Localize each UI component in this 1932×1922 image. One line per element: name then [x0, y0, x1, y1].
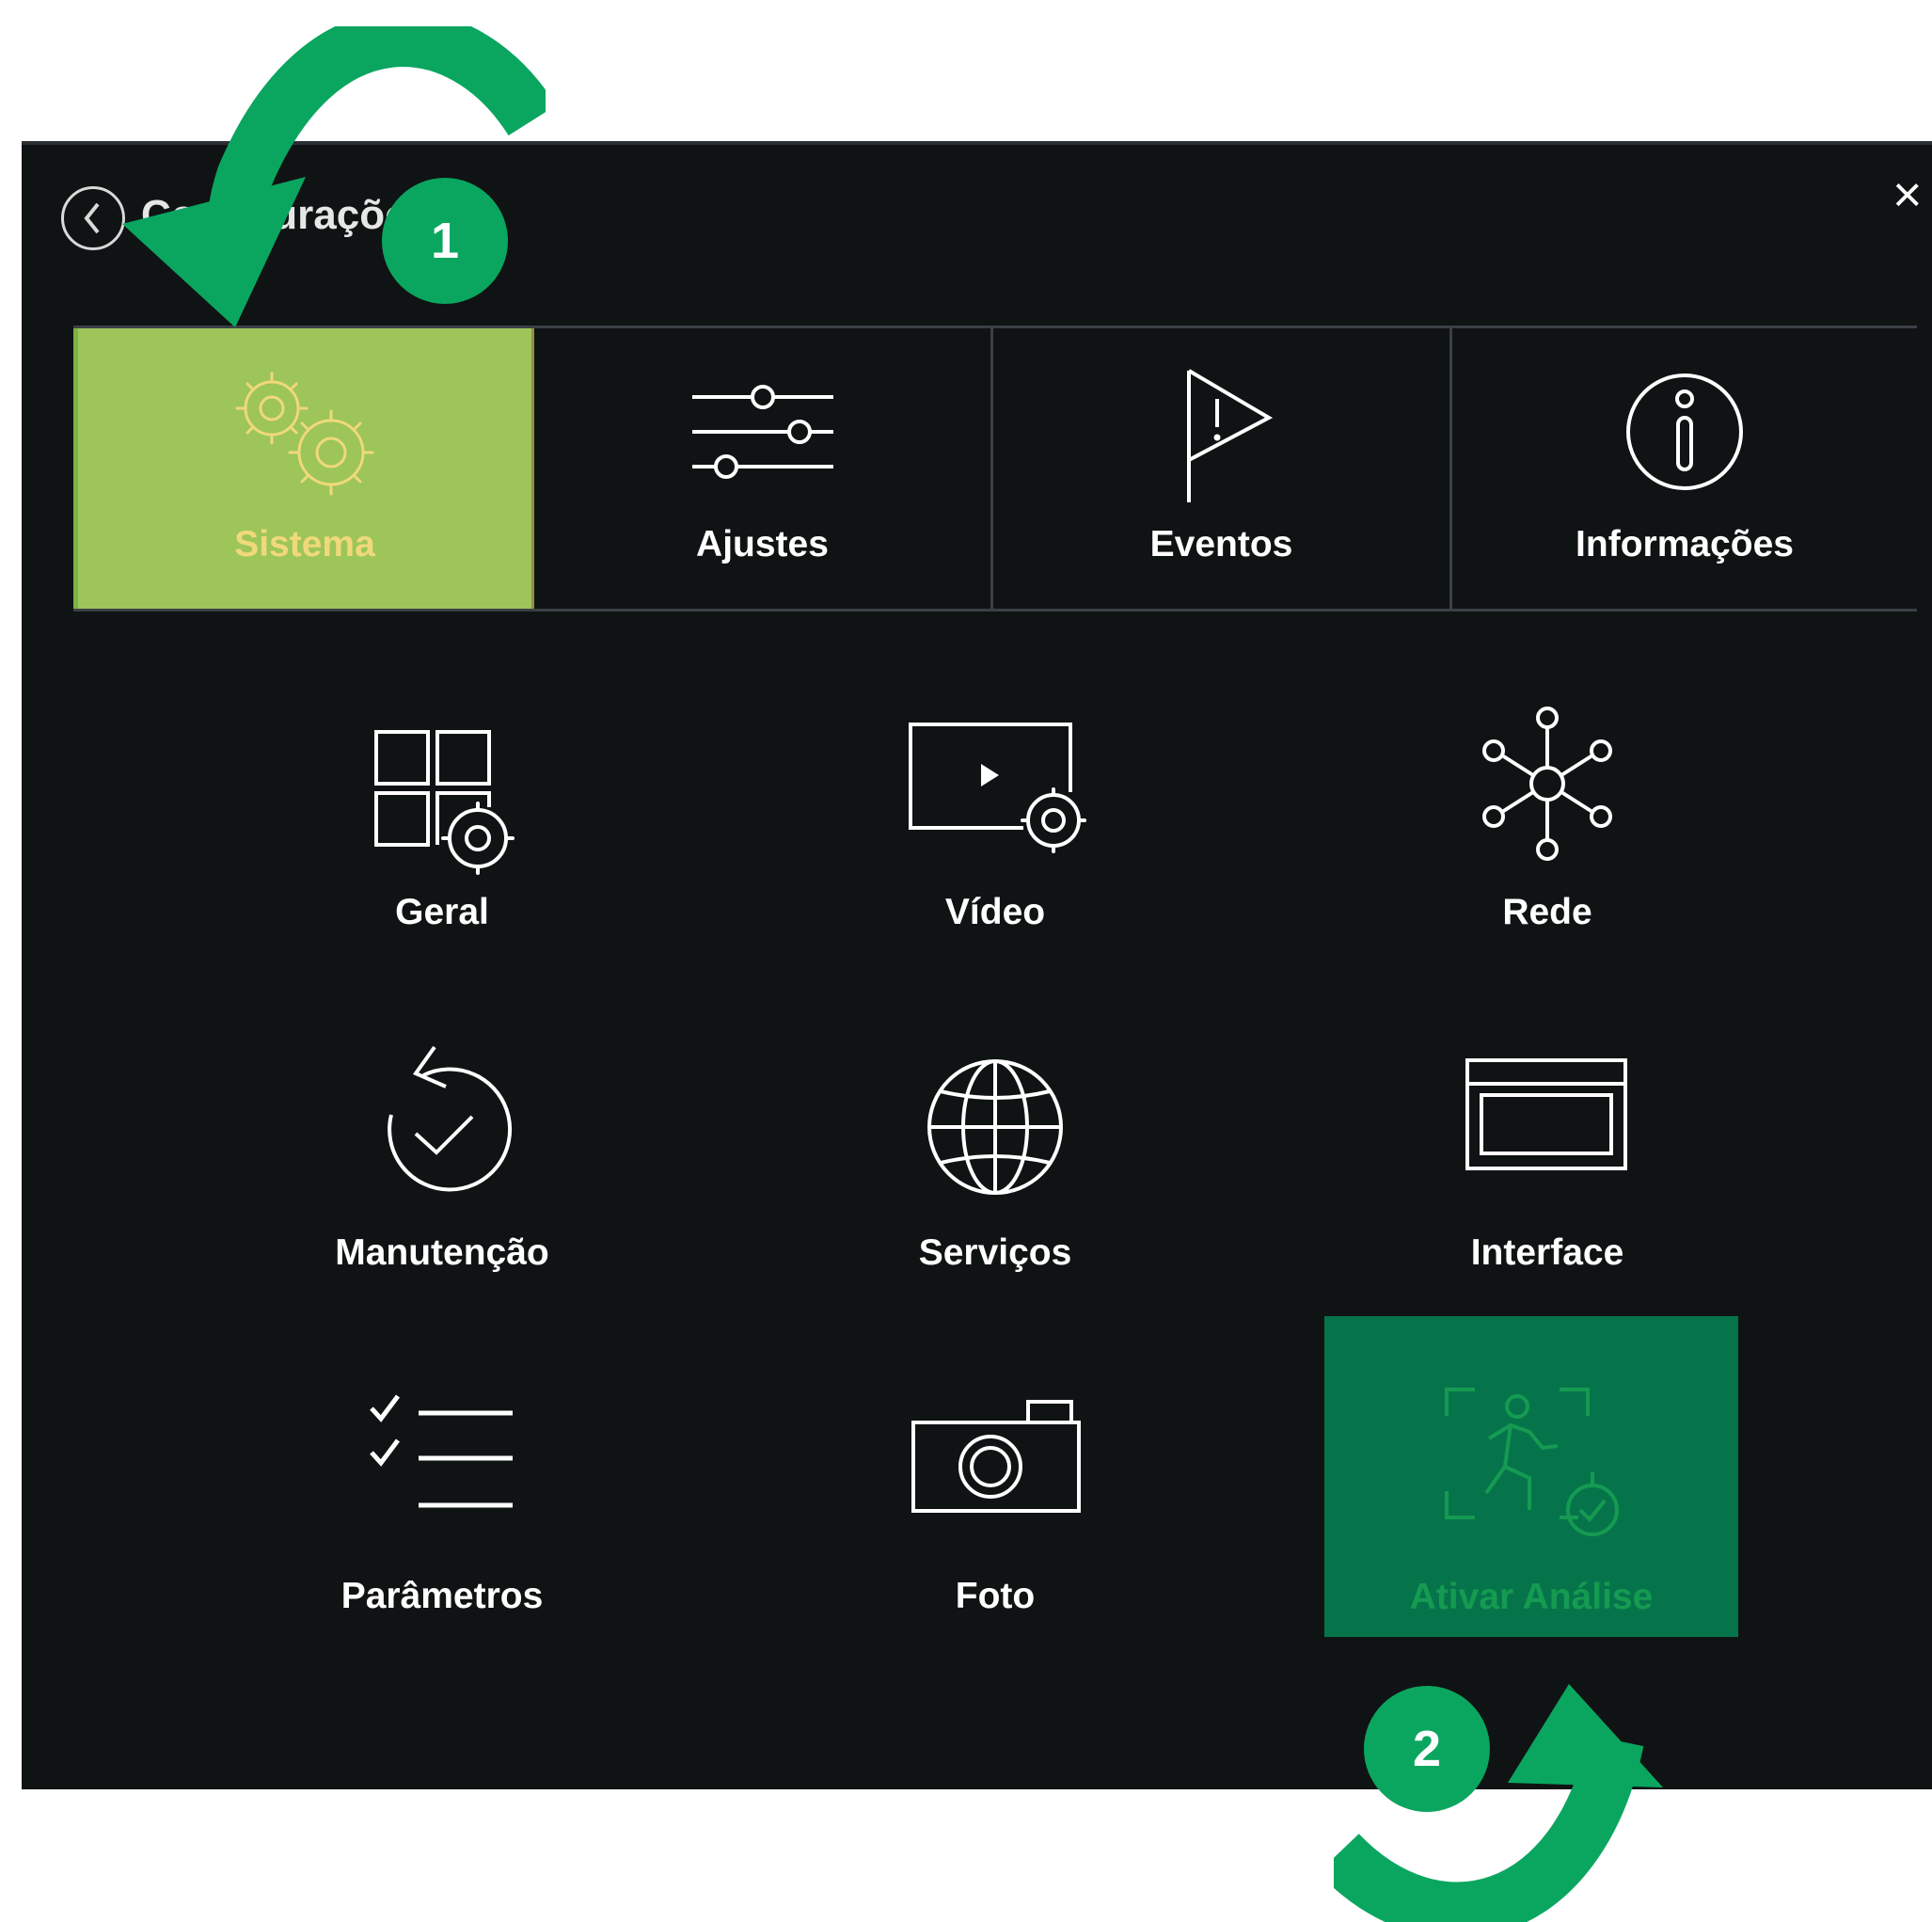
tab-sistema[interactable]: Sistema	[73, 328, 534, 609]
grid-label: Interface	[1470, 1232, 1624, 1273]
grid-item-manutencao[interactable]: Manutenção	[235, 1035, 649, 1355]
grid-label: Foto	[955, 1576, 1036, 1616]
flag-alert-icon	[1186, 369, 1273, 502]
step-badge-2: 2	[1364, 1686, 1490, 1812]
grid-item-video[interactable]: Vídeo	[788, 696, 1202, 1016]
info-icon	[1626, 373, 1743, 490]
grid-item-ativar-analise[interactable]: Ativar Análise	[1324, 1316, 1738, 1637]
grid-item-parametros[interactable]: Parâmetros	[235, 1374, 649, 1693]
tab-label: Eventos	[1149, 524, 1293, 564]
grid-label: Serviços	[918, 1232, 1072, 1273]
tab-informacoes[interactable]: Informações	[1449, 328, 1917, 609]
tab-eventos[interactable]: Eventos	[990, 328, 1449, 609]
grid-item-interface[interactable]: Interface	[1340, 1035, 1754, 1355]
tab-label: Ajustes	[696, 524, 829, 564]
gears-icon	[235, 372, 374, 496]
video-gear-icon	[909, 723, 1086, 853]
grid-item-foto[interactable]: Foto	[788, 1374, 1202, 1693]
grid-label: Parâmetros	[340, 1576, 544, 1616]
grid-label: Manutenção	[335, 1232, 549, 1273]
sliders-icon	[691, 385, 833, 479]
grid-label: Vídeo	[944, 892, 1046, 932]
grid-gear-icon	[374, 730, 515, 875]
grid-item-rede[interactable]: Rede	[1340, 696, 1754, 1016]
close-button[interactable]: ×	[1892, 169, 1930, 220]
tab-label: Sistema	[234, 524, 375, 564]
network-icon	[1482, 707, 1612, 861]
grid-label: Ativar Análise	[1409, 1577, 1654, 1617]
camera-icon	[911, 1400, 1081, 1513]
grid-label: Rede	[1502, 892, 1592, 932]
tab-ajustes[interactable]: Ajustes	[534, 328, 990, 609]
window-icon	[1465, 1058, 1627, 1170]
grid-label: Geral	[395, 892, 489, 932]
grid-item-servicos[interactable]: Serviços	[788, 1035, 1202, 1355]
category-tabs: Sistema Ajustes Eventos Informações	[73, 326, 1917, 612]
checklist-icon	[370, 1394, 513, 1508]
back-button[interactable]	[61, 186, 125, 250]
grid-item-geral[interactable]: Geral	[235, 696, 649, 1016]
person-detect-icon	[1445, 1388, 1619, 1536]
globe-icon	[927, 1059, 1063, 1195]
restore-check-icon	[388, 1045, 513, 1192]
step-badge-1: 1	[382, 178, 508, 304]
tab-label: Informações	[1576, 524, 1794, 564]
chevron-left-icon	[84, 202, 100, 234]
